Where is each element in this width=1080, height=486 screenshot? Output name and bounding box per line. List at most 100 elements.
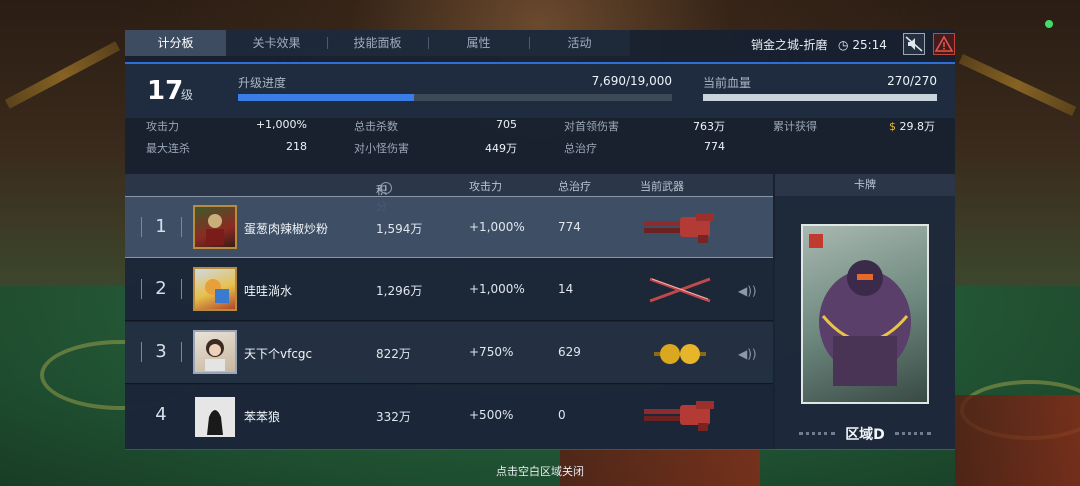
background-beam	[4, 41, 121, 109]
tab-stage-effects[interactable]: 关卡效果	[226, 30, 327, 56]
bomb-icon	[654, 344, 706, 364]
tab-attributes[interactable]: 属性	[428, 30, 529, 56]
stat-kills-label: 总击杀数	[354, 120, 398, 133]
col-weapon: 当前武器	[640, 180, 684, 193]
divider	[895, 432, 931, 435]
stat-heal-value: 774	[704, 140, 725, 153]
row-rank: 2	[155, 278, 167, 299]
speaker-icon[interactable]: ◀))	[738, 347, 757, 361]
table-header: 积分i 攻击力 总治疗 当前武器	[125, 174, 773, 213]
stat-attack-label: 攻击力	[146, 120, 179, 133]
mute-button[interactable]	[903, 33, 925, 55]
clock-icon: ◷	[838, 38, 849, 52]
rank-bracket	[141, 279, 142, 299]
avatar-art	[207, 410, 223, 435]
player-name: 蛋葱肉辣椒炒粉	[244, 222, 329, 236]
player-name: 苯苯狼	[244, 410, 281, 424]
row-heal: 629	[558, 345, 581, 359]
stat-combo-label: 最大连杀	[146, 142, 190, 155]
info-icon[interactable]: i	[380, 182, 392, 194]
row-rank: 3	[155, 341, 167, 362]
online-indicator	[1045, 20, 1053, 28]
speaker-icon[interactable]: ◀))	[738, 284, 757, 298]
player-level: 17	[147, 76, 184, 106]
rank-bracket	[181, 342, 182, 362]
row-score: 1,594万	[376, 222, 423, 236]
table-row[interactable]: 1 蛋葱肉辣椒炒粉 1,594万 +1,000% 774	[125, 196, 773, 258]
speaker-muted-icon	[905, 36, 923, 52]
stat-heal-label: 总治疗	[564, 142, 597, 155]
background-arc	[960, 380, 1080, 440]
timer-value: 25:14	[852, 38, 887, 52]
level-progress-fill	[238, 94, 414, 101]
close-hint[interactable]: 点击空白区域关闭	[0, 463, 1080, 479]
stat-combo-value: 218	[286, 140, 307, 153]
accent-line	[125, 62, 955, 63]
table-row[interactable]: 3 天下个vfcgc 822万 +750% 629 ◀))	[125, 322, 773, 384]
row-score: 1,296万	[376, 284, 423, 298]
stat-earned: $ 29.8万	[863, 118, 935, 134]
avatar-art	[205, 279, 229, 303]
row-attack: +750%	[469, 345, 514, 359]
level-progress-bar	[238, 94, 672, 101]
player-level-unit: 级	[181, 88, 194, 102]
avatar-art	[206, 214, 224, 245]
row-heal: 0	[558, 408, 566, 422]
player-name: 哇哇淌水	[244, 284, 293, 298]
row-score: 822万	[376, 347, 411, 361]
warning-icon	[934, 35, 954, 52]
minigun-icon	[644, 213, 714, 243]
timer: ◷ 25:14	[838, 33, 887, 57]
avatar[interactable]	[193, 267, 237, 311]
col-attack: 攻击力	[469, 180, 502, 193]
warning-button[interactable]	[933, 33, 955, 55]
table-row[interactable]: 4 苯苯狼 332万 +500% 0	[125, 385, 773, 450]
row-rank: 1	[155, 216, 167, 237]
rank-bracket	[181, 217, 182, 237]
stat-earned-value: 29.8万	[899, 120, 936, 133]
rank-bracket	[181, 279, 182, 299]
rank-bracket	[141, 342, 142, 362]
card-area: 区域D	[775, 196, 955, 450]
coin-icon: $	[889, 120, 896, 133]
tab-scoreboard[interactable]: 计分板	[125, 30, 226, 56]
mode-name: 销金之城-折磨	[751, 38, 828, 52]
hp-bar	[703, 94, 937, 101]
row-attack: +500%	[469, 408, 514, 422]
scoreboard-panel: 计分板 关卡效果 技能面板 属性 活动 17 级 升级进度 7,690/19,0…	[125, 30, 955, 450]
background-beam	[958, 54, 1077, 116]
row-attack: +1,000%	[469, 220, 525, 234]
row-heal: 14	[558, 282, 574, 296]
avatar-art	[205, 339, 225, 371]
hp-value: 270/270	[887, 74, 937, 88]
level-header: 17 级 升级进度 7,690/19,000 当前血量 270/270	[125, 62, 955, 118]
card-column-header: 卡牌	[775, 174, 955, 196]
table-row[interactable]: 2 哇哇淌水 1,296万 +1,000% 14 ◀))	[125, 259, 773, 321]
minigun-icon	[644, 401, 714, 431]
stat-kills-value: 705	[496, 118, 517, 131]
card-art	[809, 234, 911, 386]
tab-bar: 计分板 关卡效果 技能面板 属性 活动	[125, 30, 630, 56]
progress-label: 升级进度	[238, 76, 287, 90]
row-score: 332万	[376, 410, 411, 424]
rank-bracket	[141, 217, 142, 237]
hp-label: 当前血量	[703, 76, 752, 90]
row-heal: 774	[558, 220, 581, 234]
stat-boss-dmg-label: 对首领伤害	[564, 120, 619, 133]
tab-events[interactable]: 活动	[529, 30, 630, 56]
stat-earned-label: 累计获得	[773, 120, 817, 133]
stat-attack-value: +1,000%	[255, 118, 307, 131]
stat-boss-dmg-value: 763万	[693, 120, 725, 133]
tab-skill-panel[interactable]: 技能面板	[327, 30, 428, 56]
avatar[interactable]	[193, 205, 237, 249]
col-heal: 总治疗	[558, 180, 591, 193]
progress-value: 7,690/19,000	[591, 74, 672, 88]
crossed-blades-icon	[649, 277, 711, 303]
avatar[interactable]	[195, 397, 235, 437]
row-rank: 4	[155, 404, 167, 425]
zone-card[interactable]	[801, 224, 929, 404]
row-attack: +1,000%	[469, 282, 525, 296]
player-name: 天下个vfcgc	[244, 347, 313, 361]
avatar[interactable]	[193, 330, 237, 374]
stat-minion-dmg-label: 对小怪伤害	[354, 142, 409, 155]
